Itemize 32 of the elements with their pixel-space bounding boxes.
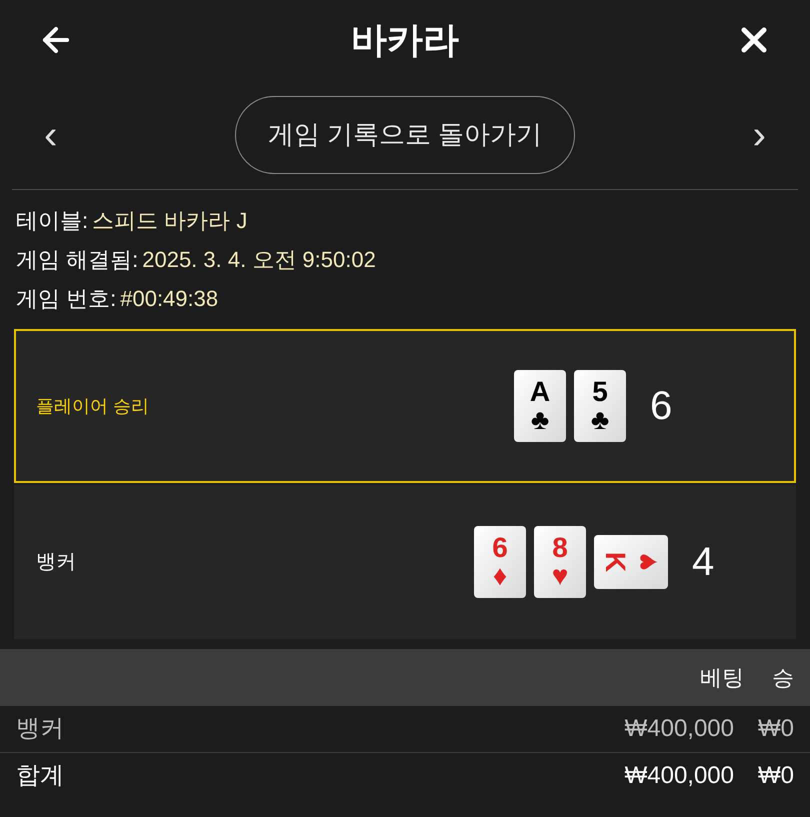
next-button[interactable]: ›	[752, 114, 766, 154]
row-label: 뱅커	[16, 714, 65, 744]
win-amount: ₩0	[758, 761, 794, 791]
info-label: 테이블:	[16, 207, 88, 235]
info-label: 게임 해결됨:	[16, 246, 138, 274]
info-value: #00:49:38	[120, 285, 218, 313]
card-rank: K	[601, 552, 630, 572]
hand-total: 6	[650, 383, 672, 430]
row-label: 합계	[16, 761, 65, 791]
bet-amount: ₩400,000	[624, 761, 734, 791]
column-header: 베팅	[700, 664, 744, 692]
card-rank: 8	[552, 534, 568, 562]
hand-label: 플레이어 승리	[36, 394, 150, 418]
card-rank: A	[530, 378, 550, 406]
card-suit: ♣	[530, 406, 550, 434]
card-suit: ♦	[492, 562, 508, 590]
card-rank: 6	[492, 534, 508, 562]
previous-button[interactable]: ‹	[44, 114, 58, 154]
hand-total: 4	[692, 539, 714, 586]
card-suit: ♥	[633, 553, 664, 571]
card-suit: ♣	[590, 406, 610, 434]
card-rank: 5	[592, 378, 608, 406]
info-label: 게임 번호:	[16, 285, 116, 313]
win-amount: ₩0	[758, 714, 794, 744]
hand-label: 뱅커	[36, 550, 77, 575]
bet-amount: ₩400,000	[624, 714, 734, 744]
info-value: 2025. 3. 4. 오전 9:50:02	[142, 246, 376, 274]
back-to-history-button[interactable]: 게임 기록으로 돌아가기	[234, 96, 576, 174]
card-suit: ♥	[552, 562, 568, 590]
column-header: 승	[772, 664, 794, 692]
window-title: 바카라	[351, 18, 459, 62]
info-value: 스피드 바카라 J	[92, 207, 248, 235]
